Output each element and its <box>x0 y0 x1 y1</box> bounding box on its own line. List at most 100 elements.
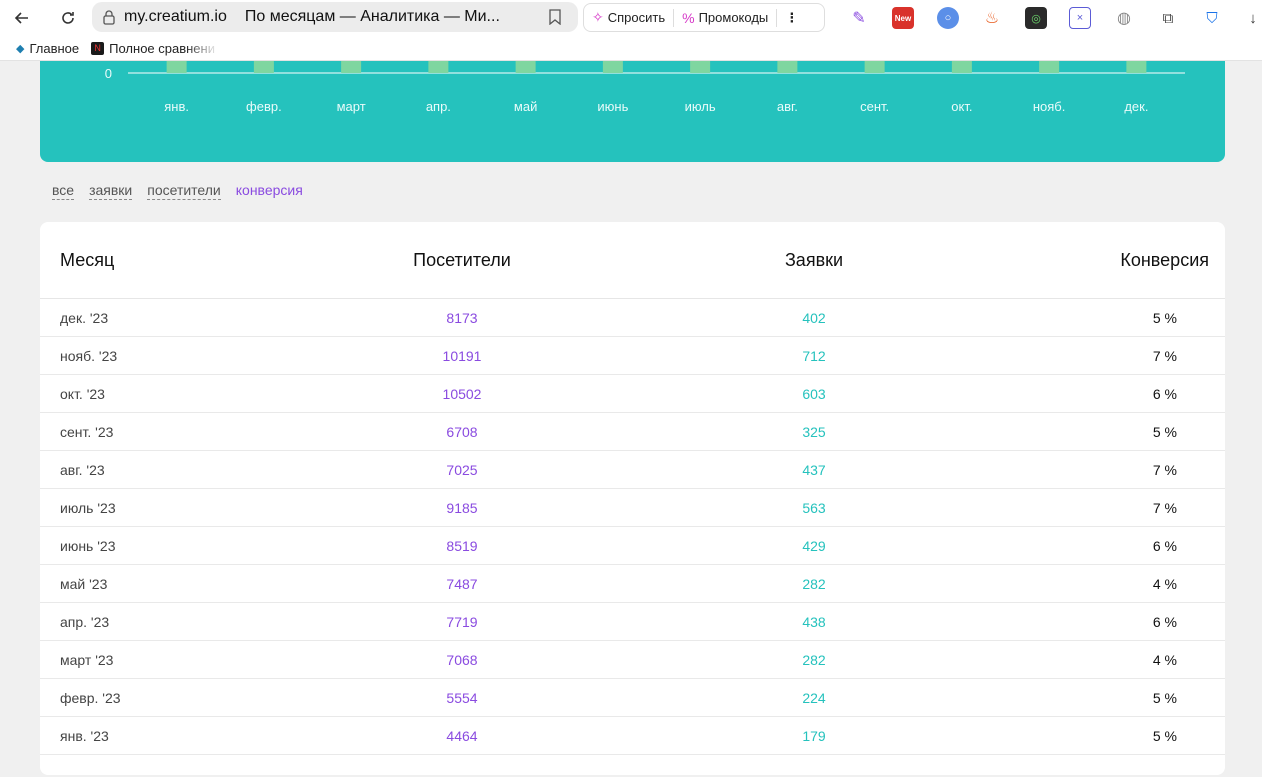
row-month: окт. '23 <box>60 385 105 402</box>
x-tick-label: нояб. <box>1033 99 1066 114</box>
header-requests[interactable]: Заявки <box>644 250 984 271</box>
table-row: февр. '23 5554 224 5 % <box>40 679 1225 717</box>
filter-1[interactable]: заявки <box>89 182 133 200</box>
filter-0[interactable]: все <box>52 182 75 200</box>
chart-bar[interactable] <box>341 61 362 73</box>
ask-label: Спросить <box>607 10 666 25</box>
close-extension-icon[interactable]: × <box>1069 7 1091 29</box>
row-month: нояб. '23 <box>60 347 118 364</box>
chart-bar[interactable] <box>166 61 187 73</box>
monthly-table: Месяц Посетители Заявки Конверсия дек. '… <box>40 222 1225 775</box>
bookmark-label: Главное <box>29 40 80 56</box>
row-conversion: 5 % <box>1152 423 1177 440</box>
x-tick-label: май <box>514 99 537 114</box>
spiral-extension-icon[interactable]: ◎ <box>1025 7 1047 29</box>
x-tick-label: янв. <box>164 99 189 114</box>
row-requests: 282 <box>802 651 826 668</box>
chart-bar[interactable] <box>777 61 798 73</box>
chart-bar[interactable] <box>515 61 536 73</box>
more-menu-button[interactable]: ⋮ <box>777 10 806 26</box>
download-icon[interactable]: ↓ <box>1242 7 1262 29</box>
row-requests: 325 <box>802 423 826 440</box>
back-button[interactable] <box>6 2 38 34</box>
row-month: июнь '23 <box>60 537 116 554</box>
chart-bar[interactable] <box>602 61 623 73</box>
header-visitors[interactable]: Посетители <box>280 250 644 271</box>
chart-bar[interactable] <box>428 61 449 73</box>
row-requests: 402 <box>802 309 826 326</box>
globe-extension-icon[interactable]: ◍ <box>1113 7 1135 29</box>
row-conversion: 5 % <box>1152 689 1177 706</box>
header-month[interactable]: Месяц <box>40 250 280 271</box>
ask-button[interactable]: ✧ Спросить <box>584 9 673 26</box>
filter-2[interactable]: посетители <box>147 182 221 200</box>
x-tick-label: окт. <box>951 99 972 114</box>
row-conversion: 7 % <box>1152 461 1177 478</box>
row-visitors: 7487 <box>446 575 478 592</box>
x-tick-label: июль <box>685 99 716 114</box>
shield-extension-icon[interactable]: ⛉ <box>1201 7 1223 29</box>
row-conversion: 6 % <box>1152 537 1177 554</box>
row-visitors: 8519 <box>446 537 478 554</box>
chart-bar[interactable] <box>1126 61 1147 73</box>
arrow-left-icon <box>14 12 28 24</box>
address-bar[interactable]: my.creatium.io По месяцам — Аналитика — … <box>92 2 578 32</box>
bookmark-icon[interactable] <box>548 9 562 25</box>
chart-bar[interactable] <box>690 61 711 73</box>
bookmark-main[interactable]: ◆ Главное <box>16 41 79 56</box>
row-visitors: 7719 <box>446 613 478 630</box>
row-conversion: 5 % <box>1152 727 1177 744</box>
table-row: апр. '23 7719 438 6 % <box>40 603 1225 641</box>
feather-extension-icon[interactable]: ✎ <box>848 7 870 29</box>
chart-svg: 0 янв. февр. март апр. май июнь июль авг. сент. ок… <box>105 61 1185 114</box>
table-row: май '23 7487 282 4 % <box>40 565 1225 603</box>
row-requests: 224 <box>802 689 826 706</box>
table-row: янв. '23 4464 179 5 % <box>40 717 1225 755</box>
row-month: февр. '23 <box>60 689 121 706</box>
row-conversion: 4 % <box>1152 651 1177 668</box>
reload-button[interactable] <box>52 2 84 34</box>
puzzle-extension-icon[interactable]: ⧉ <box>1157 7 1179 29</box>
row-month: сент. '23 <box>60 423 114 440</box>
row-visitors: 10191 <box>442 347 482 364</box>
row-visitors: 7068 <box>446 651 478 668</box>
x-tick-label: авг. <box>777 99 798 114</box>
row-conversion: 5 % <box>1152 309 1177 326</box>
row-visitors: 4464 <box>446 727 478 744</box>
search-extension-icon[interactable]: ○ <box>937 7 959 29</box>
assistant-pill: ✧ Спросить % Промокоды ⋮ <box>583 3 825 32</box>
bookmark-comparison[interactable]: N Полное сравнени <box>91 41 219 56</box>
row-requests: 179 <box>802 727 826 744</box>
url-domain: my.creatium.io <box>124 8 227 25</box>
ai-chat-icon: ✧ <box>592 9 604 25</box>
lock-icon <box>103 10 115 25</box>
filter-3[interactable]: конверсия <box>236 182 303 200</box>
row-month: дек. '23 <box>60 309 109 326</box>
table-row: окт. '23 10502 603 6 % <box>40 375 1225 413</box>
y-tick-label: 0 <box>105 66 112 81</box>
row-month: март '23 <box>60 651 114 668</box>
x-tick-label: март <box>337 99 366 114</box>
chart-bar[interactable] <box>951 61 972 73</box>
chart-bar[interactable] <box>253 61 274 73</box>
promo-button[interactable]: % Промокоды <box>674 10 776 26</box>
row-requests: 603 <box>802 385 826 402</box>
promo-label: Промокоды <box>698 10 769 25</box>
bookmark-logo-icon: ◆ <box>16 42 25 55</box>
header-conversion[interactable]: Конверсия <box>984 250 1225 271</box>
table-row: сент. '23 6708 325 5 % <box>40 413 1225 451</box>
chart-bar[interactable] <box>1039 61 1060 73</box>
tab-title: По месяцам — Аналитика — Ми... <box>244 8 500 25</box>
row-requests: 438 <box>802 613 826 630</box>
table-row: нояб. '23 10191 712 7 % <box>40 337 1225 375</box>
chart-bar[interactable] <box>864 61 885 73</box>
bookmarks-bar: ◆ Главное N Полное сравнени <box>0 36 1262 61</box>
x-tick-label: дек. <box>1124 99 1148 114</box>
table-body: дек. '23 8173 402 5 % нояб. '23 10191 712 7 % ок… <box>40 299 1225 755</box>
conversion-chart: 0 янв. февр. март апр. май июнь июль авг. сент. ок… <box>40 61 1225 162</box>
fire-extension-icon[interactable]: ♨ <box>981 7 1003 29</box>
row-visitors: 8173 <box>446 309 478 326</box>
row-month: авг. '23 <box>60 461 105 478</box>
row-requests: 282 <box>802 575 826 592</box>
new-extension-icon[interactable]: New <box>892 7 914 29</box>
